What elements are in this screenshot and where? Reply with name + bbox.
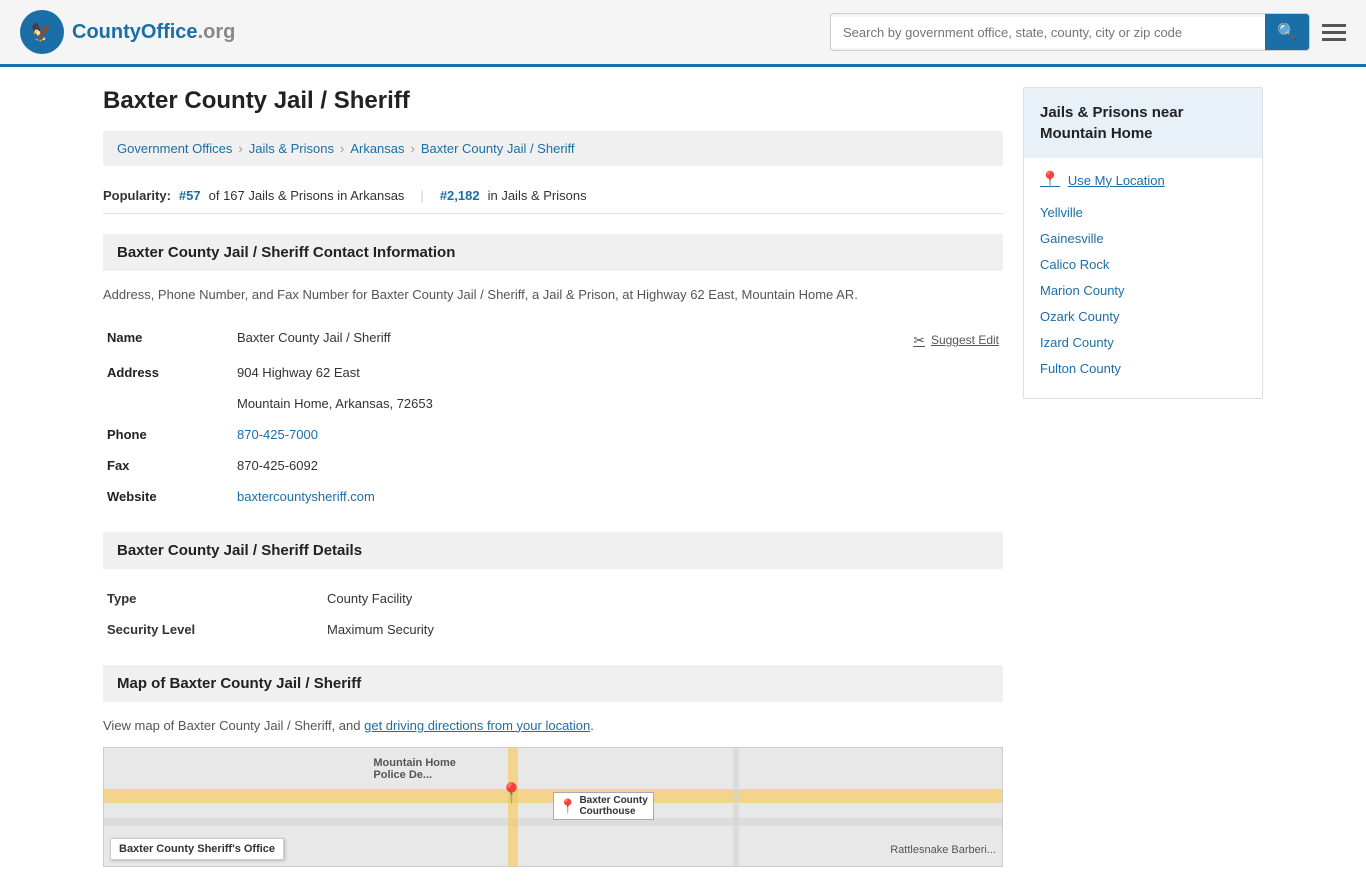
table-row-fax: Fax 870-425-6092 — [103, 450, 1003, 481]
menu-line-1 — [1322, 24, 1346, 27]
map-pin-icon: 📍 — [499, 781, 524, 806]
location-pin-icon: 📍 — [1040, 170, 1060, 190]
name-label: Name — [103, 322, 233, 357]
contact-info-table: Name Baxter County Jail / Sheriff ✂ Sugg… — [103, 322, 1003, 512]
logo-icon: 🦅 — [20, 10, 64, 54]
type-value: County Facility — [323, 583, 1003, 614]
sidebar-link-calico-rock[interactable]: Calico Rock — [1040, 257, 1109, 272]
map-courthouse-badge: 📍 Baxter County Courthouse — [553, 792, 654, 820]
suggest-edit-label: Suggest Edit — [931, 333, 999, 347]
search-bar: 🔍 — [830, 13, 1310, 51]
list-item: Izard County — [1040, 334, 1246, 350]
sidebar-body: 📍 Use My Location Yellville Gainesville … — [1024, 158, 1262, 398]
sidebar-link-ozark-county[interactable]: Ozark County — [1040, 309, 1119, 324]
website-link[interactable]: baxtercountysheriff.com — [237, 489, 375, 504]
popularity-rank2-context: in Jails & Prisons — [488, 188, 587, 203]
logo-text: CountyOffice.org — [72, 21, 235, 44]
logo-area: 🦅 CountyOffice.org — [20, 10, 235, 54]
menu-button[interactable] — [1322, 24, 1346, 41]
breadcrumb-link-current[interactable]: Baxter County Jail / Sheriff — [421, 141, 575, 156]
use-my-location-button[interactable]: 📍 Use My Location — [1040, 170, 1165, 190]
website-label: Website — [103, 481, 233, 512]
courthouse-pin-icon: 📍 — [559, 798, 576, 815]
security-label: Security Level — [103, 614, 323, 645]
nearby-list: Yellville Gainesville Calico Rock Marion… — [1040, 204, 1246, 376]
popularity-bar: Popularity: #57 of 167 Jails & Prisons i… — [103, 178, 1003, 214]
breadcrumb-link-jails[interactable]: Jails & Prisons — [249, 141, 334, 156]
map-section-header: Map of Baxter County Jail / Sheriff — [103, 665, 1003, 702]
table-row-security: Security Level Maximum Security — [103, 614, 1003, 645]
sidebar-link-izard-county[interactable]: Izard County — [1040, 335, 1114, 350]
page-title: Baxter County Jail / Sheriff — [103, 87, 1003, 115]
fax-value: 870-425-6092 — [233, 450, 843, 481]
sidebar-link-yellville[interactable]: Yellville — [1040, 205, 1083, 220]
menu-line-2 — [1322, 31, 1346, 34]
use-location-label: Use My Location — [1068, 173, 1165, 188]
map-road-v2 — [733, 748, 739, 866]
table-row-address2: Mountain Home, Arkansas, 72653 — [103, 388, 1003, 419]
site-header: 🦅 CountyOffice.org 🔍 — [0, 0, 1366, 67]
main-container: Baxter County Jail / Sheriff Government … — [83, 67, 1283, 887]
breadcrumb: Government Offices › Jails & Prisons › A… — [103, 131, 1003, 166]
sidebar-link-fulton-county[interactable]: Fulton County — [1040, 361, 1121, 376]
contact-section-desc: Address, Phone Number, and Fax Number fo… — [103, 285, 1003, 306]
popularity-rank-context: of 167 Jails & Prisons in Arkansas — [209, 188, 405, 203]
search-button[interactable]: 🔍 — [1265, 14, 1309, 50]
courthouse-label: Baxter County Courthouse — [579, 795, 647, 817]
suggest-edit-button[interactable]: ✂ Suggest Edit — [913, 332, 999, 349]
address-line1: 904 Highway 62 East — [233, 357, 843, 388]
popularity-rank2: #2,182 — [440, 188, 480, 203]
map-container[interactable]: Mountain HomePolice De... 📍 📍 Baxter Cou… — [103, 747, 1003, 867]
security-value: Maximum Security — [323, 614, 1003, 645]
phone-link[interactable]: 870-425-7000 — [237, 427, 318, 442]
map-sheriff-label: Baxter County Sheriff's Office — [110, 838, 284, 860]
table-row-type: Type County Facility — [103, 583, 1003, 614]
address-line2: Mountain Home, Arkansas, 72653 — [233, 388, 843, 419]
search-input[interactable] — [831, 17, 1265, 48]
contact-section-header: Baxter County Jail / Sheriff Contact Inf… — [103, 234, 1003, 271]
driving-directions-link[interactable]: get driving directions from your locatio… — [364, 718, 590, 733]
map-road-v1 — [508, 748, 518, 866]
sidebar-link-marion-county[interactable]: Marion County — [1040, 283, 1125, 298]
list-item: Ozark County — [1040, 308, 1246, 324]
header-right: 🔍 — [830, 13, 1346, 51]
list-item: Calico Rock — [1040, 256, 1246, 272]
menu-line-3 — [1322, 38, 1346, 41]
popularity-rank: #57 — [179, 188, 201, 203]
table-row-website: Website baxtercountysheriff.com — [103, 481, 1003, 512]
list-item: Marion County — [1040, 282, 1246, 298]
breadcrumb-link-gov[interactable]: Government Offices — [117, 141, 232, 156]
popularity-label: Popularity: — [103, 188, 171, 203]
fax-label: Fax — [103, 450, 233, 481]
content-area: Baxter County Jail / Sheriff Government … — [103, 87, 1003, 867]
table-row-address: Address 904 Highway 62 East — [103, 357, 1003, 388]
details-info-table: Type County Facility Security Level Maxi… — [103, 583, 1003, 645]
map-section-desc: View map of Baxter County Jail / Sheriff… — [103, 716, 1003, 737]
breadcrumb-link-arkansas[interactable]: Arkansas — [350, 141, 404, 156]
phone-label: Phone — [103, 419, 233, 450]
map-rattlesnake-label: Rattlesnake Barberi... — [890, 844, 996, 856]
sidebar-title: Jails & Prisons near Mountain Home — [1024, 88, 1262, 158]
list-item: Yellville — [1040, 204, 1246, 220]
details-section-header: Baxter County Jail / Sheriff Details — [103, 532, 1003, 569]
table-row-phone: Phone 870-425-7000 — [103, 419, 1003, 450]
list-item: Fulton County — [1040, 360, 1246, 376]
table-row-name: Name Baxter County Jail / Sheriff ✂ Sugg… — [103, 322, 1003, 357]
type-label: Type — [103, 583, 323, 614]
name-value: Baxter County Jail / Sheriff — [233, 322, 843, 357]
address-label: Address — [103, 357, 233, 388]
sidebar-box: Jails & Prisons near Mountain Home 📍 Use… — [1023, 87, 1263, 399]
suggest-edit-icon: ✂ — [913, 332, 925, 349]
sidebar-link-gainesville[interactable]: Gainesville — [1040, 231, 1104, 246]
sidebar: Jails & Prisons near Mountain Home 📍 Use… — [1023, 87, 1263, 867]
list-item: Gainesville — [1040, 230, 1246, 246]
map-mountain-home-label: Mountain HomePolice De... — [373, 757, 456, 781]
